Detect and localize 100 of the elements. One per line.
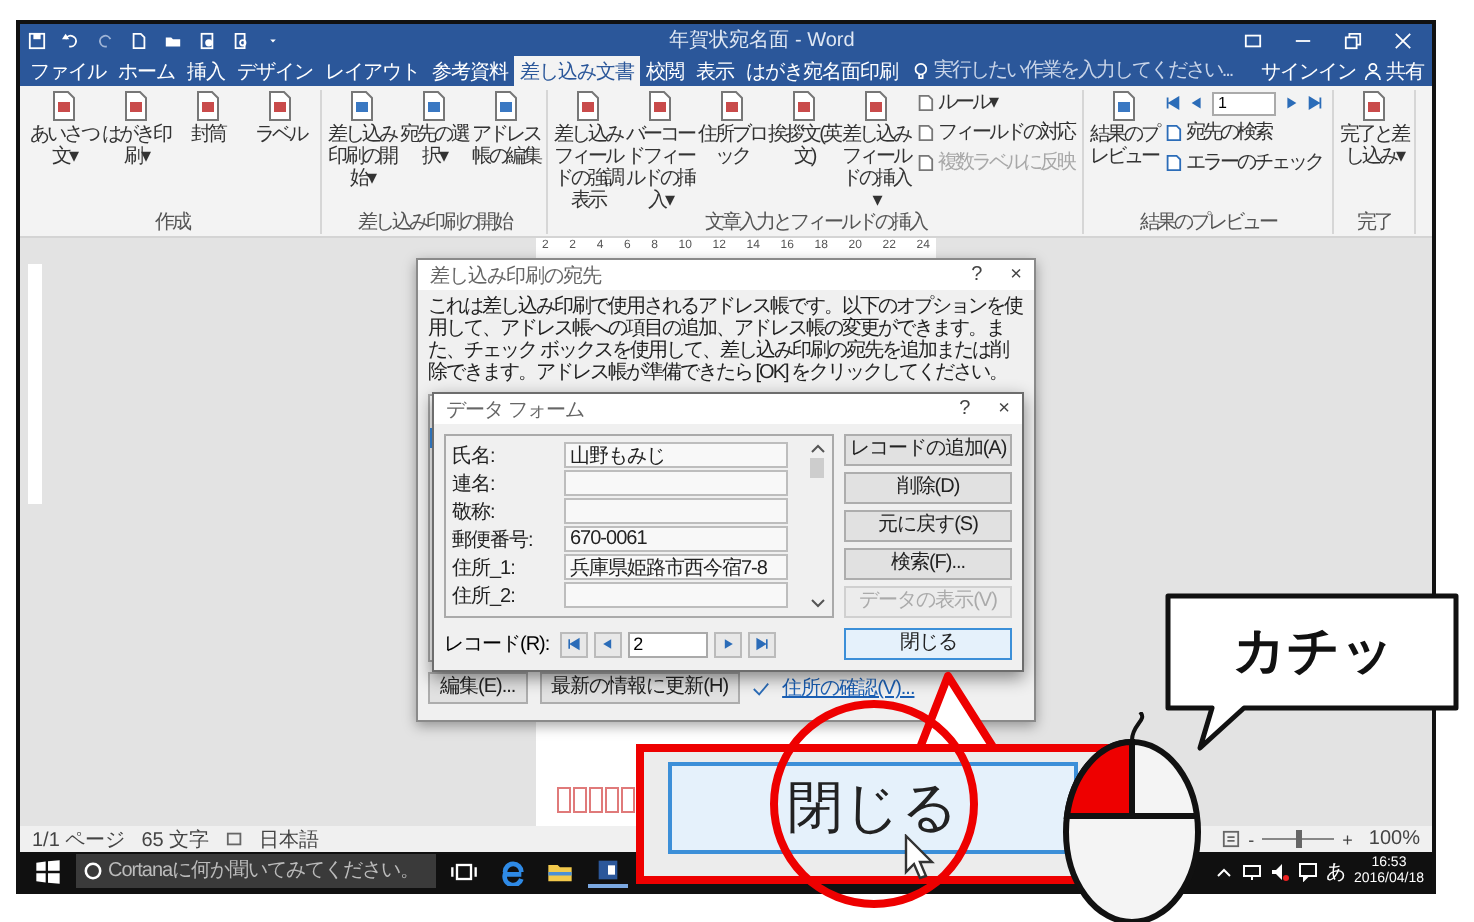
ribbon-button[interactable]: 封筒 xyxy=(172,90,244,146)
ribbon-button[interactable]: ラベル xyxy=(244,90,316,146)
ribbon-tab[interactable]: 挿入 xyxy=(181,56,231,86)
ribbon-tab[interactable]: 差し込み文書 xyxy=(514,56,640,86)
input-field[interactable]: 670-0061 xyxy=(564,526,788,552)
record-label: レコード(R): xyxy=(444,632,550,658)
redo-icon[interactable] xyxy=(96,31,114,49)
dialog-button[interactable]: 削除(D) xyxy=(844,472,1012,504)
verify-address-link[interactable]: 住所の確認(V)... xyxy=(782,674,915,702)
checkmark-icon xyxy=(752,679,771,697)
tell-me-field[interactable]: 実行したい作業を入力してください... xyxy=(929,56,1254,86)
dialog-button[interactable]: 元に戻す(S) xyxy=(844,510,1012,542)
close-button[interactable]: × xyxy=(998,398,1010,420)
last-record-icon[interactable] xyxy=(1306,94,1324,112)
ribbon-group-label: 結果のプレビュー xyxy=(1140,212,1276,234)
ribbon-tab[interactable]: デザイン xyxy=(231,56,319,86)
scrollbar[interactable] xyxy=(808,442,826,610)
input-field[interactable]: 兵庫県姫路市西今宿7-8 xyxy=(564,554,788,580)
dialog-title: データ フォーム xyxy=(446,397,586,423)
ribbon-small-button[interactable]: エラーのチェック xyxy=(1164,150,1324,176)
restore-icon[interactable] xyxy=(1344,31,1362,49)
scroll-down-icon[interactable] xyxy=(809,594,825,610)
close-dialog-button[interactable]: 閉じる xyxy=(844,628,1012,660)
first-record-button[interactable] xyxy=(559,631,588,657)
ribbon-button[interactable]: アドレス帳の編集 xyxy=(470,90,542,168)
zoom-in-button[interactable]: + xyxy=(1342,829,1353,849)
word-app-icon[interactable] xyxy=(588,855,628,887)
sign-in-link[interactable]: サインイン xyxy=(1253,56,1365,86)
ribbon-button[interactable]: はがき印刷▾ xyxy=(100,90,172,168)
ribbon-button[interactable]: 住所ブロック xyxy=(696,90,768,168)
input-field[interactable]: 山野もみじ xyxy=(564,442,788,468)
ribbon-tab[interactable]: 校閲 xyxy=(640,56,690,86)
ribbon-button[interactable]: 宛先の選択▾ xyxy=(398,90,470,168)
network-icon[interactable] xyxy=(1241,861,1262,881)
print-preview-icon[interactable] xyxy=(198,31,216,49)
dialog-title: 差し込み印刷の宛先 xyxy=(430,263,604,289)
next-record-icon[interactable] xyxy=(1282,94,1300,112)
volume-icon[interactable] xyxy=(1269,861,1290,881)
ribbon-small-button[interactable]: ルール▾ xyxy=(916,90,1074,116)
zoom-level[interactable]: 100% xyxy=(1368,828,1420,850)
help-button[interactable]: ? xyxy=(971,264,983,286)
proofing-icon[interactable] xyxy=(225,830,244,848)
record-number-field[interactable]: 2 xyxy=(627,631,708,657)
save-icon[interactable] xyxy=(28,31,46,49)
ribbon-button[interactable]: 差し込みフィールドの挿入▾ xyxy=(840,90,912,212)
ribbon-small-button[interactable]: 宛先の検索 xyxy=(1164,120,1324,146)
first-record-icon[interactable] xyxy=(1164,94,1182,112)
last-record-button[interactable] xyxy=(747,631,776,657)
ribbon-tab[interactable]: レイアウト xyxy=(319,56,426,86)
ribbon-tab[interactable]: 参考資料 xyxy=(426,56,514,86)
ribbon-button[interactable]: 挨拶文(英文) xyxy=(768,90,840,168)
close-icon[interactable] xyxy=(1394,31,1412,49)
ribbon-button[interactable]: バーコードフィールドの挿入▾ xyxy=(624,90,696,212)
ribbon-tab[interactable]: ホーム xyxy=(112,56,181,86)
dialog-button[interactable]: 編集(E)... xyxy=(428,672,528,704)
dialog-description: これは差し込み印刷で使用されるアドレス帳です。以下のオプションを使用して、アドレス帳への項目の追加、アドレス帳の変更ができます。また、チェック ボックスを使用して、差し込み印刷の宛先を追加または削除できます。アドレス帳が準備できたら [OK] をクリックしてください。 xyxy=(428,296,1024,384)
layout-icon[interactable] xyxy=(1222,830,1241,848)
magnifier-icon[interactable] xyxy=(232,31,250,49)
zoomed-close-button[interactable]: 閉じる xyxy=(668,762,1078,854)
scroll-up-icon[interactable] xyxy=(809,442,825,458)
ribbon-button[interactable]: 差し込み印刷の開始▾ xyxy=(326,90,398,190)
new-document-icon[interactable] xyxy=(130,31,148,49)
field-label: 氏名: xyxy=(452,443,497,469)
ribbon-tab[interactable]: ファイル xyxy=(24,56,112,86)
field-label: 住所_1: xyxy=(452,555,517,581)
input-field[interactable] xyxy=(564,470,788,496)
ribbon-button[interactable]: 結果のプレビュー xyxy=(1088,90,1160,168)
field-label: 敬称: xyxy=(452,499,497,525)
language-indicator[interactable]: 日本語 xyxy=(259,825,320,853)
zoom-out-button[interactable]: - xyxy=(1248,829,1255,849)
word-count: 65 文字 xyxy=(141,827,210,853)
last-record-icon xyxy=(753,636,770,652)
share-button[interactable]: 共有 xyxy=(1382,56,1432,86)
ribbon-button[interactable]: あいさつ文▾ xyxy=(28,90,100,168)
next-record-button[interactable] xyxy=(713,631,742,657)
ribbon-small-button[interactable]: フィールドの対応 xyxy=(916,120,1074,146)
ribbon-button[interactable]: 差し込みフィールドの強調表示 xyxy=(552,90,624,212)
ribbon-tab[interactable]: はがき宛名面印刷 xyxy=(740,56,904,86)
dialog-button[interactable]: 最新の情報に更新(H) xyxy=(539,672,741,704)
help-button[interactable]: ? xyxy=(959,398,971,420)
undo-icon[interactable] xyxy=(62,31,80,49)
ribbon-options-icon[interactable] xyxy=(1244,31,1262,49)
ribbon-tab[interactable]: 表示 xyxy=(690,56,740,86)
zoom-slider-thumb[interactable] xyxy=(1296,830,1303,848)
close-button[interactable]: × xyxy=(1010,264,1022,286)
ribbon-button[interactable]: 完了と差し込み▾ xyxy=(1338,90,1410,168)
input-field[interactable] xyxy=(564,498,788,524)
previous-record-button[interactable] xyxy=(593,631,622,657)
folder-icon[interactable] xyxy=(164,31,182,49)
previous-record-icon[interactable] xyxy=(1188,94,1206,112)
person-icon[interactable] xyxy=(1364,62,1382,80)
scrollbar-thumb[interactable] xyxy=(810,458,824,478)
dialog-button[interactable]: レコードの追加(A) xyxy=(844,434,1012,466)
field-label: 郵便番号: xyxy=(452,527,535,553)
cortana-search-field[interactable]: Cortanaに何か聞いてみてください。 xyxy=(76,854,436,888)
notification-icon[interactable] xyxy=(1297,861,1318,881)
input-field[interactable] xyxy=(564,582,788,608)
dialog-button[interactable]: 検索(F)... xyxy=(844,548,1012,580)
ime-indicator[interactable]: あ xyxy=(1325,857,1346,885)
record-number-field[interactable]: 1 xyxy=(1212,91,1276,115)
